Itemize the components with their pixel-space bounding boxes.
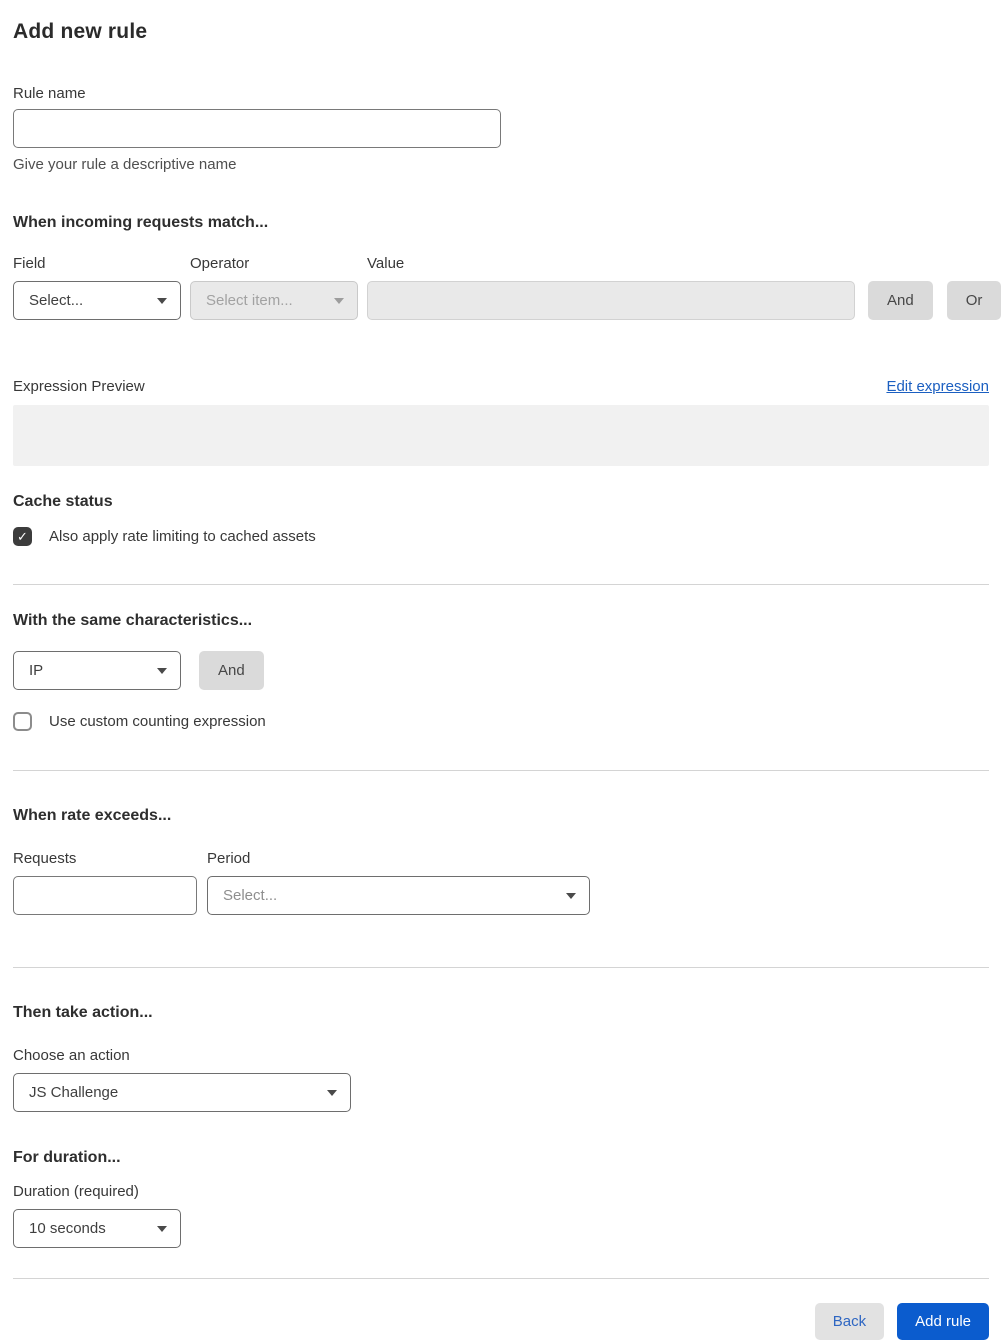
add-rule-form: Add new rule Rule name Give your rule a … <box>0 0 1002 1340</box>
edit-expression-link[interactable]: Edit expression <box>886 378 989 395</box>
chevron-down-icon <box>157 1225 167 1232</box>
field-label: Field <box>13 255 46 272</box>
match-section-heading: When incoming requests match... <box>13 214 269 231</box>
action-label: Choose an action <box>13 1047 130 1064</box>
characteristics-heading: With the same characteristics... <box>13 612 253 629</box>
custom-counting-checkbox-label[interactable]: Use custom counting expression <box>49 713 266 730</box>
action-select[interactable]: JS Challenge <box>13 1073 351 1112</box>
expression-preview-label: Expression Preview <box>13 378 145 395</box>
and-button[interactable]: And <box>868 281 933 320</box>
section-divider <box>13 770 989 771</box>
operator-select-value: Select item... <box>206 292 293 309</box>
chevron-down-icon <box>334 297 344 304</box>
value-input <box>367 281 855 320</box>
chevron-down-icon <box>157 297 167 304</box>
or-button[interactable]: Or <box>946 281 1002 320</box>
period-label: Period <box>207 850 251 867</box>
duration-select[interactable]: 10 seconds <box>13 1209 181 1248</box>
expression-preview-box <box>13 405 989 466</box>
field-select[interactable]: Select... <box>13 281 181 320</box>
operator-label: Operator <box>190 255 250 272</box>
rate-heading: When rate exceeds... <box>13 807 172 824</box>
chevron-down-icon <box>157 667 167 674</box>
action-heading: Then take action... <box>13 1004 153 1021</box>
characteristics-and-button[interactable]: And <box>199 651 264 690</box>
check-icon: ✓ <box>17 528 28 544</box>
duration-label: Duration (required) <box>13 1183 139 1200</box>
back-button[interactable]: Back <box>814 1303 885 1340</box>
add-rule-button[interactable]: Add rule <box>897 1303 989 1340</box>
cache-status-heading: Cache status <box>13 493 113 510</box>
action-select-value: JS Challenge <box>29 1084 119 1101</box>
operator-select: Select item... <box>190 281 358 320</box>
cache-status-checkbox-label[interactable]: Also apply rate limiting to cached asset… <box>49 528 316 545</box>
custom-counting-checkbox[interactable] <box>13 712 32 731</box>
chevron-down-icon <box>327 1089 337 1096</box>
rule-name-label: Rule name <box>13 85 86 102</box>
page-title: Add new rule <box>13 20 148 43</box>
characteristics-select-value: IP <box>29 662 44 679</box>
requests-label: Requests <box>13 850 77 867</box>
rule-name-input[interactable] <box>13 109 501 148</box>
section-divider <box>13 584 989 585</box>
value-label: Value <box>367 255 405 272</box>
footer-divider <box>13 1278 989 1279</box>
duration-heading: For duration... <box>13 1149 121 1166</box>
requests-input[interactable] <box>13 876 197 915</box>
field-select-value: Select... <box>29 292 84 309</box>
chevron-down-icon <box>566 892 576 899</box>
period-select[interactable]: Select... <box>207 876 590 915</box>
period-select-value: Select... <box>223 887 278 904</box>
duration-select-value: 10 seconds <box>29 1220 106 1237</box>
cache-status-checkbox[interactable]: ✓ <box>13 527 32 546</box>
section-divider <box>13 967 989 968</box>
rule-name-helper: Give your rule a descriptive name <box>13 156 237 173</box>
characteristics-select[interactable]: IP <box>13 651 181 690</box>
